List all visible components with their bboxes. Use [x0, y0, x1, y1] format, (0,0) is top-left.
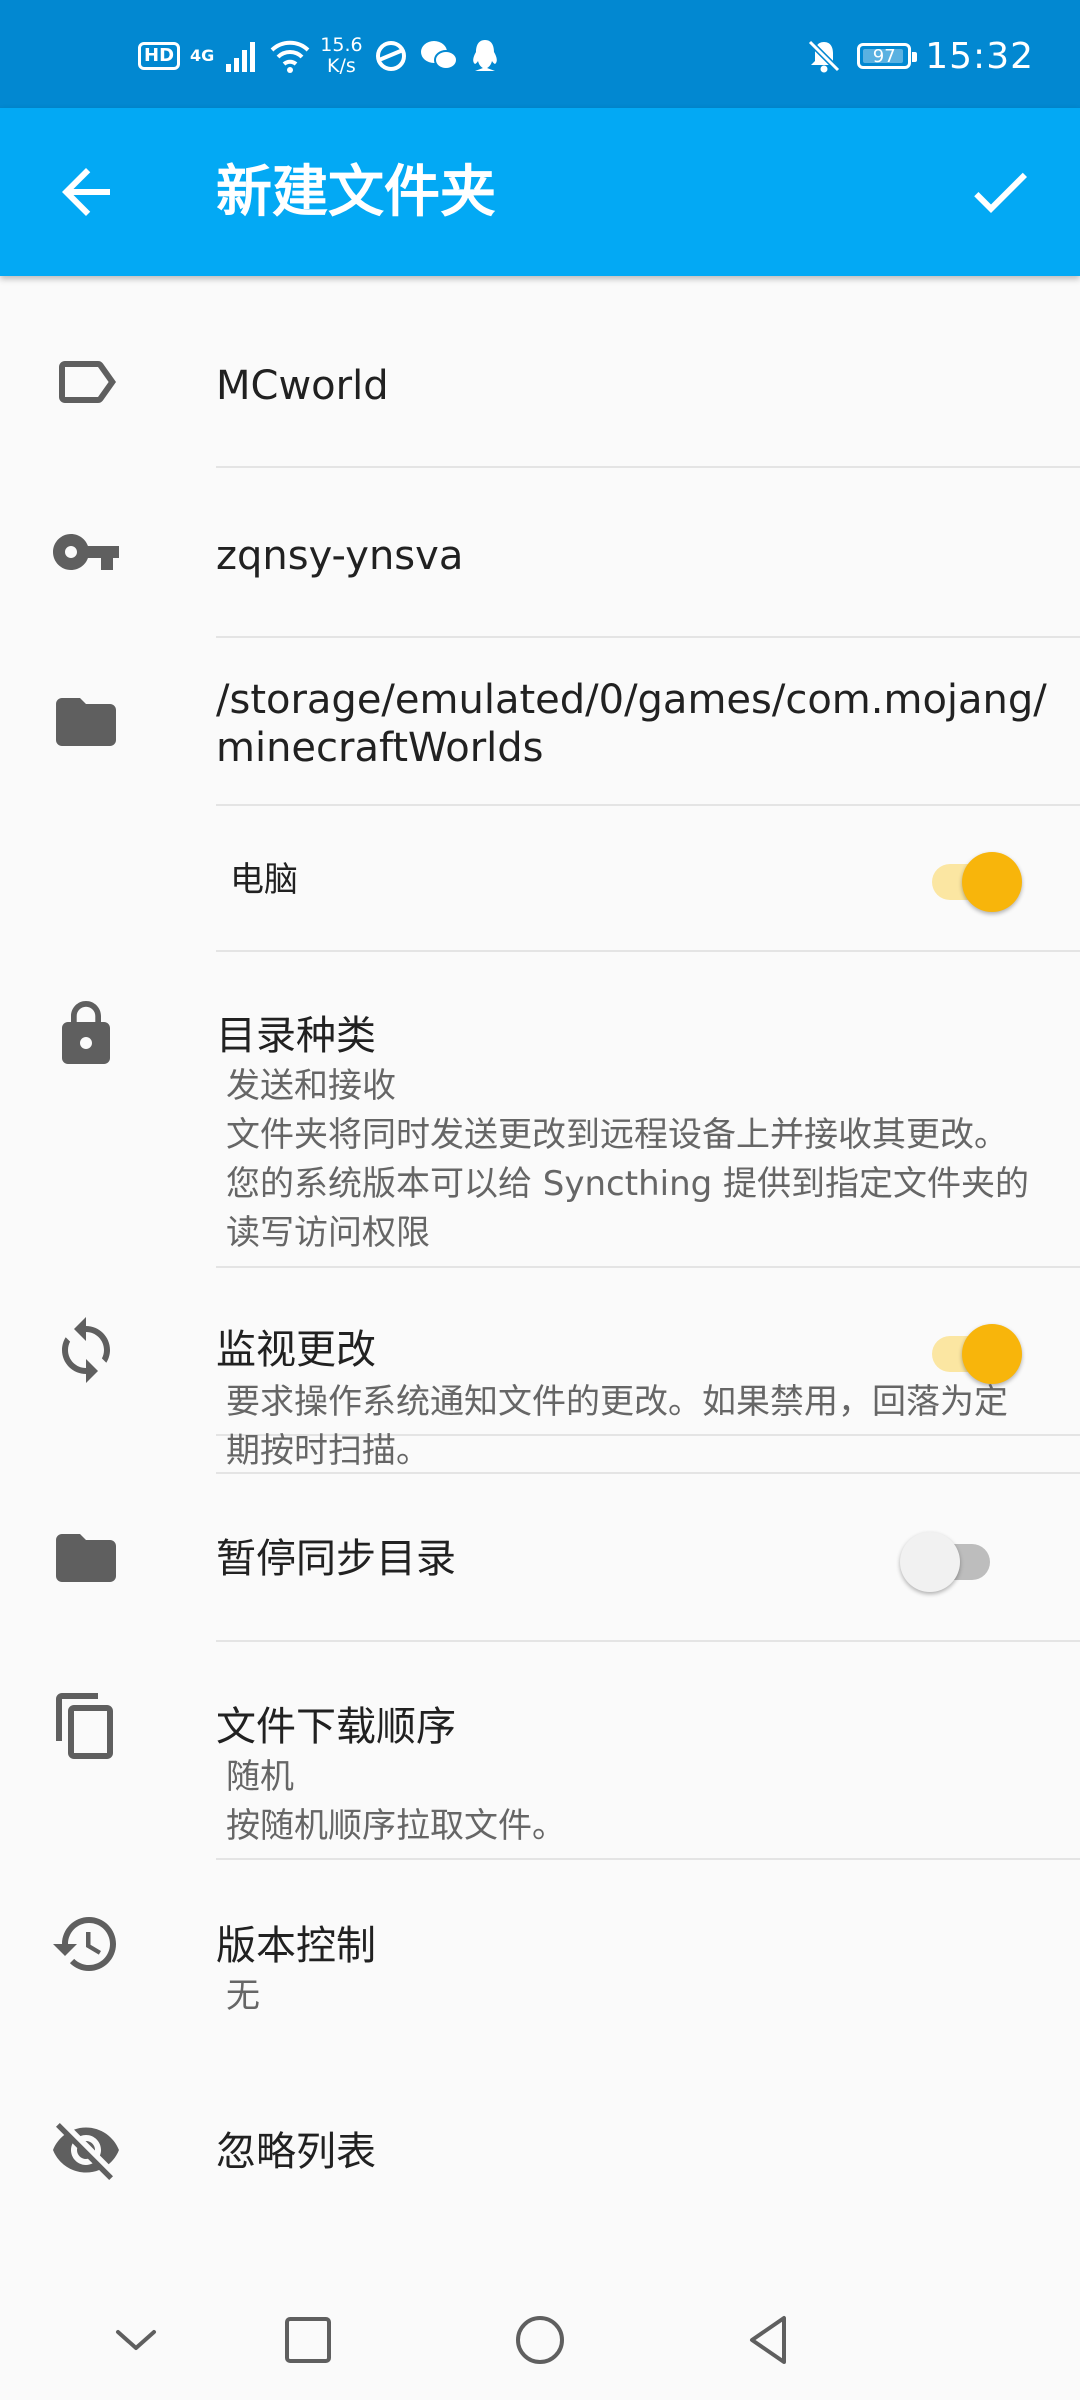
- check-icon: [974, 172, 1027, 213]
- versioning-value: 无: [226, 1976, 260, 2016]
- folder-type-title[interactable]: 目录种类: [216, 1012, 376, 1060]
- wechat-icon: [420, 41, 458, 70]
- nav-recents-button[interactable]: [276, 2308, 340, 2372]
- pull-order-description: 按随机顺序拉取文件。: [226, 1806, 566, 1846]
- folder-type-description: 文件夹将同时发送更改到远程设备上并接收其更改。: [226, 1115, 1008, 1155]
- battery-level: 97: [872, 45, 896, 67]
- device-share-switch[interactable]: [920, 846, 1024, 912]
- watch-changes-switch[interactable]: [920, 1318, 1024, 1384]
- copy-icon: [50, 1690, 122, 1762]
- hd-badge: HD: [138, 42, 181, 70]
- label-icon: [50, 346, 122, 418]
- folder-id-input[interactable]: zqnsy-ynsva: [216, 532, 463, 580]
- nav-home-button[interactable]: [508, 2308, 572, 2372]
- battery-icon: 97: [857, 43, 918, 69]
- square-icon: [285, 2317, 331, 2363]
- speed-value: 15.6: [320, 34, 363, 56]
- app-bar: 新建文件夹: [0, 108, 1080, 276]
- ignore-list-title[interactable]: 忽略列表: [216, 2128, 376, 2176]
- divider: [216, 1472, 1080, 1474]
- folder-icon: [50, 686, 122, 758]
- qq-icon: [472, 40, 497, 71]
- watch-changes-description: 期按时扫描。: [226, 1431, 430, 1471]
- divider: [216, 466, 1080, 468]
- history-icon: [50, 1908, 122, 1980]
- divider: [216, 1266, 1080, 1268]
- folder-type-value: 发送和接收: [226, 1066, 396, 1106]
- arrow-back-icon: [62, 168, 110, 216]
- pause-folder-title: 暂停同步目录: [216, 1536, 456, 1582]
- watch-changes-description: 要求操作系统通知文件的更改。如果禁用，回落为定: [226, 1382, 1008, 1422]
- key-icon: [50, 516, 122, 588]
- sync-icon: [50, 1314, 122, 1386]
- visibility-off-icon: [50, 2114, 122, 2186]
- status-icons-right: 97 15:32: [805, 34, 1034, 78]
- speed-unit: K/s: [327, 55, 356, 77]
- device-name: 电脑: [230, 860, 298, 900]
- nav-hide-button[interactable]: [104, 2308, 168, 2372]
- mute-notification-icon: [808, 39, 841, 73]
- network-type: 4G: [190, 46, 215, 65]
- circle-icon: [516, 2316, 564, 2364]
- folder-type-description: 您的系统版本可以给 Syncthing 提供到指定文件夹的: [226, 1164, 1030, 1204]
- divider: [216, 636, 1080, 638]
- lock-icon: [50, 998, 122, 1070]
- save-button[interactable]: [964, 156, 1036, 228]
- navigation-bar: [0, 2280, 1080, 2400]
- status-bar: HD 4G 15.6 K/s 97 15:32: [0, 0, 1080, 108]
- divider: [216, 1858, 1080, 1860]
- chevron-down-icon: [116, 2330, 156, 2350]
- divider: [216, 804, 1080, 806]
- pull-order-value: 随机: [226, 1757, 294, 1797]
- page-title: 新建文件夹: [216, 160, 496, 225]
- pull-order-title[interactable]: 文件下载顺序: [216, 1703, 456, 1751]
- folder-label-input[interactable]: MCworld: [216, 362, 389, 410]
- folder-type-description: 读写访问权限: [226, 1213, 430, 1253]
- clock: 15:32: [925, 35, 1034, 77]
- browser-icon: [375, 41, 406, 71]
- divider: [216, 1640, 1080, 1642]
- wifi-icon: [270, 40, 310, 73]
- back-button[interactable]: [50, 156, 122, 228]
- triangle-back-icon: [750, 2316, 786, 2364]
- folder-icon: [50, 1522, 122, 1594]
- pause-folder-switch[interactable]: [898, 1526, 1002, 1592]
- network-speed: 15.6 K/s: [320, 35, 362, 77]
- status-icons-left: HD 4G 15.6 K/s: [138, 34, 501, 78]
- watch-changes-title: 监视更改: [216, 1327, 376, 1373]
- nav-back-button[interactable]: [738, 2308, 802, 2372]
- versioning-title[interactable]: 版本控制: [216, 1922, 376, 1970]
- signal-icon: [226, 42, 256, 72]
- divider: [216, 950, 1080, 952]
- folder-path-field[interactable]: /storage/emulated/0/games/com.mojang/ mi…: [216, 676, 1047, 772]
